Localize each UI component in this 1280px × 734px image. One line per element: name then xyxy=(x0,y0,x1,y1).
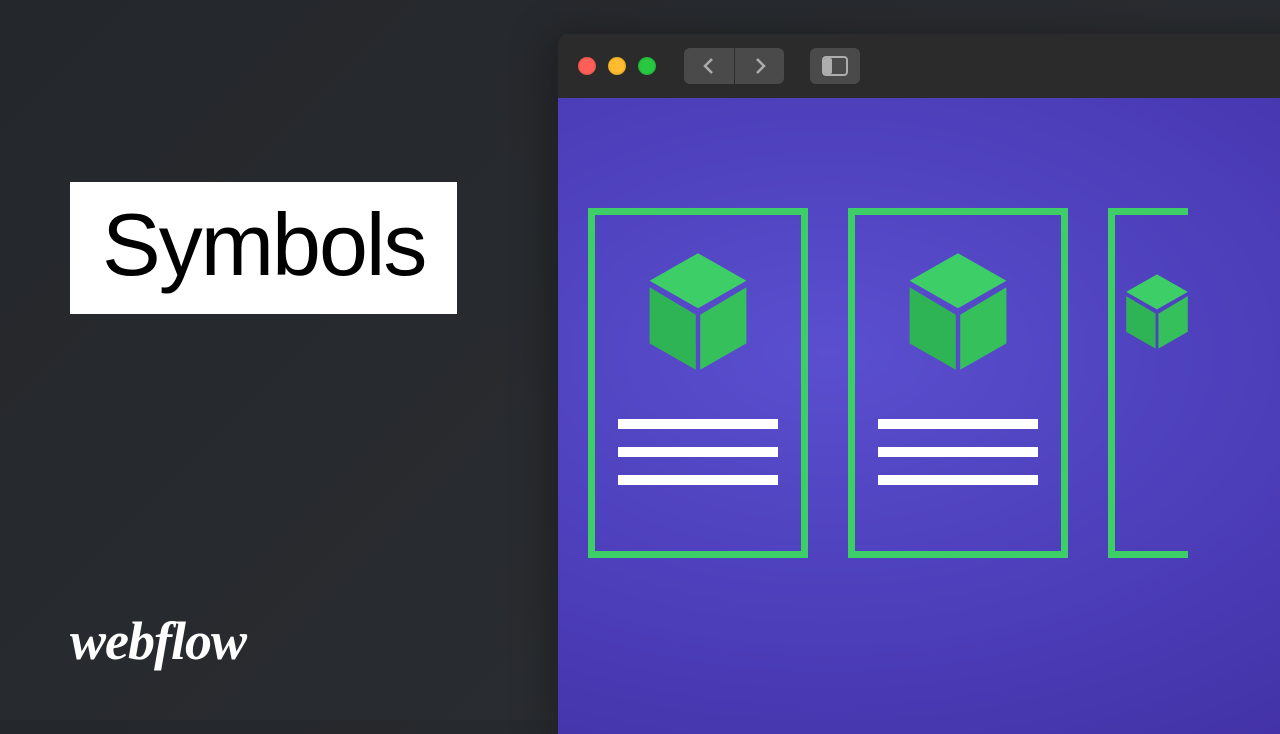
symbol-card[interactable] xyxy=(848,208,1068,558)
brand-logo: webflow xyxy=(70,610,246,672)
text-line xyxy=(878,447,1038,457)
zoom-icon[interactable] xyxy=(638,57,656,75)
page-title: Symbols xyxy=(102,194,425,296)
text-line xyxy=(618,475,778,485)
back-button[interactable] xyxy=(684,48,734,84)
text-line xyxy=(878,475,1038,485)
text-line xyxy=(618,419,778,429)
sidebar-icon xyxy=(822,56,848,76)
traffic-lights xyxy=(578,57,656,75)
forward-button[interactable] xyxy=(734,48,784,84)
symbol-card[interactable] xyxy=(1108,208,1188,558)
sidebar-toggle-button[interactable] xyxy=(810,48,860,84)
minimize-icon[interactable] xyxy=(608,57,626,75)
text-placeholder-lines xyxy=(618,419,778,485)
text-line xyxy=(878,419,1038,429)
symbol-card[interactable] xyxy=(588,208,808,558)
text-line xyxy=(618,447,778,457)
browser-window xyxy=(558,34,1280,734)
chevron-right-icon xyxy=(753,57,767,75)
browser-viewport xyxy=(558,98,1280,734)
cube-icon xyxy=(638,251,758,371)
cube-icon xyxy=(898,251,1018,371)
nav-buttons xyxy=(684,48,784,84)
text-placeholder-lines xyxy=(878,419,1038,485)
window-titlebar xyxy=(558,34,1280,98)
text-placeholder-lines xyxy=(1127,419,1177,485)
chevron-left-icon xyxy=(702,57,716,75)
title-box: Symbols xyxy=(70,182,457,314)
cube-icon xyxy=(1122,251,1192,371)
close-icon[interactable] xyxy=(578,57,596,75)
